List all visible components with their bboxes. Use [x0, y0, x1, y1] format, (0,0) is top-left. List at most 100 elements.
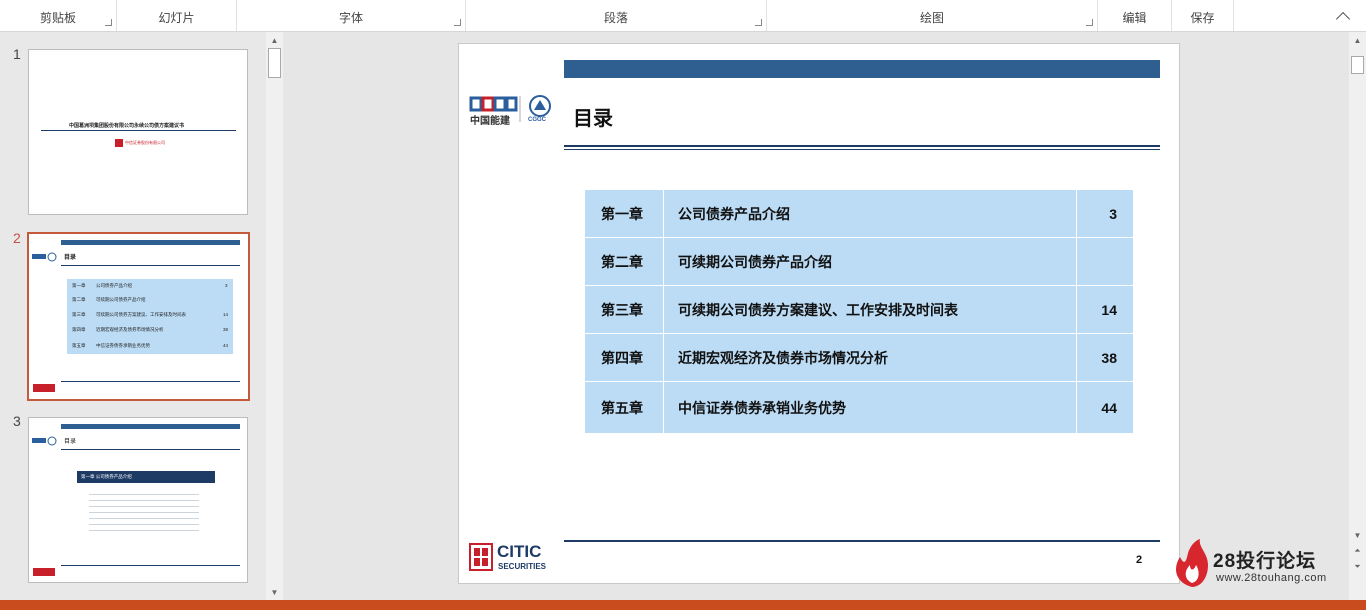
toc-page: [1076, 237, 1134, 286]
toc-chapter: 第二章: [584, 237, 664, 286]
thumb-chapter-header-text: 第一章 公司债券产品介绍: [81, 474, 132, 479]
toc-page: 38: [1076, 333, 1134, 382]
ribbon: 剪贴板 幻灯片 字体 段落 绘图 编辑 保存: [0, 0, 1366, 32]
collapse-ribbon-icon[interactable]: [1335, 11, 1351, 27]
thumb-toc-page: 14: [223, 312, 229, 317]
ribbon-group-clipboard[interactable]: 剪贴板: [0, 0, 117, 31]
citic-sub: SECURITIES: [498, 562, 547, 571]
ribbon-group-label: 段落: [603, 11, 628, 25]
title-rule-thin: [564, 149, 1160, 150]
table-row[interactable]: 第一章 公司债券产品介绍 3: [584, 189, 1134, 238]
thumb-toc-title: 中信证券债券承销业务优势: [96, 343, 150, 348]
cegc-logo-icon: [32, 249, 58, 262]
thumb-toc-page: 44: [223, 343, 229, 348]
slide-thumbnail-2[interactable]: 目录 第一章 公司债券产品介绍 3 第二章 可续期公司债券产品介绍 第三章 可续…: [27, 232, 250, 401]
citic-logo-icon: [33, 568, 55, 576]
citic-brand: CITIC: [497, 542, 542, 561]
current-slide[interactable]: 中国能建 CGGC 目录 第一章 公司债券产品介绍 3 第二章 可续期公司债券产…: [458, 43, 1180, 584]
thumb-sub: 中信证券股份有限公司: [125, 140, 165, 145]
cegc-logo-icon: [32, 433, 58, 446]
thumb-title: 目录: [64, 255, 77, 261]
page-number: 2: [1136, 554, 1143, 566]
table-row[interactable]: 第四章 近期宏观经济及债券市场情况分析 38: [584, 333, 1134, 382]
toc-chapter: 第四章: [584, 333, 664, 382]
ribbon-group-label: 剪贴板: [39, 11, 76, 25]
watermark-url: www.28touhang.com: [1216, 572, 1327, 584]
toc-title: 公司债券产品介绍: [663, 189, 1077, 238]
ribbon-group-label: 幻灯片: [158, 11, 195, 25]
dialog-launcher-icon[interactable]: [755, 19, 762, 26]
scroll-down-icon[interactable]: ▼: [266, 584, 283, 600]
citic-logo-icon: [33, 384, 55, 392]
dialog-launcher-icon[interactable]: [1086, 19, 1093, 26]
thumb-footer-rule: [61, 565, 240, 566]
thumb-footer-rule: [61, 381, 240, 382]
toc-table[interactable]: 第一章 公司债券产品介绍 3 第二章 可续期公司债券产品介绍 第三章 可续期公司…: [584, 189, 1134, 434]
scroll-up-icon[interactable]: ▲: [266, 32, 283, 48]
toc-page: 14: [1076, 285, 1134, 334]
scroll-up-icon[interactable]: ▲: [1349, 32, 1366, 48]
ribbon-group-save[interactable]: 保存: [1172, 0, 1234, 31]
watermark-text: 28投行论坛: [1213, 551, 1317, 572]
ribbon-group-label: 保存: [1190, 11, 1215, 25]
thumbnail-number: 1: [13, 46, 21, 62]
thumb-accent-bar: [61, 240, 240, 245]
thumb-toc-title: 可续期公司债券方案建议、工作安排及时间表: [96, 312, 186, 317]
slide-title[interactable]: 目录: [573, 102, 613, 131]
slide-thumbnail-1[interactable]: 中国葛洲坝集团股份有限公司永续公司债方案建议书 中信证券股份有限公司: [28, 49, 248, 215]
thumbnail-number: 3: [13, 413, 21, 429]
thumb-accent-bar: [61, 424, 240, 429]
table-row[interactable]: 第二章 可续期公司债券产品介绍: [584, 237, 1134, 286]
ribbon-group-font[interactable]: 字体: [237, 0, 466, 31]
toc-chapter: 第三章: [584, 285, 664, 334]
dialog-launcher-icon[interactable]: [105, 19, 112, 26]
thumb-toc-ch: 第一章: [72, 283, 86, 288]
citic-logo: CITIC SECURITIES: [469, 542, 559, 574]
cggc-logo-text: CGGC: [528, 117, 546, 123]
thumb-toc-ch: 第四章: [72, 327, 86, 332]
thumb-rule: [61, 265, 240, 266]
toc-page: 44: [1076, 381, 1134, 434]
title-rule: [564, 145, 1160, 147]
toc-title: 近期宏观经济及债券市场情况分析: [663, 333, 1077, 382]
cegc-logo-text: 中国能建: [470, 116, 510, 127]
ribbon-group-label: 绘图: [919, 11, 944, 25]
citic-logo-icon: [115, 139, 123, 147]
ribbon-group-label: 字体: [338, 11, 363, 25]
thumb-bullet-list: [89, 489, 199, 533]
ribbon-group-paragraph[interactable]: 段落: [466, 0, 767, 31]
ribbon-group-editing[interactable]: 编辑: [1098, 0, 1172, 31]
thumb-toc-page: 3: [225, 283, 228, 288]
footer-rule: [564, 540, 1160, 542]
thumb-rule: [41, 130, 236, 131]
slide-thumbnail-pane: 1 中国葛洲坝集团股份有限公司永续公司债方案建议书 中信证券股份有限公司 2 目…: [0, 32, 283, 600]
toc-title: 中信证券债券承销业务优势: [663, 381, 1077, 434]
ribbon-group-slides[interactable]: 幻灯片: [117, 0, 237, 31]
thumb-toc-page: 38: [223, 327, 229, 332]
thumb-title: 中国葛洲坝集团股份有限公司永续公司债方案建议书: [69, 123, 185, 129]
ribbon-group-label: 编辑: [1122, 11, 1147, 25]
thumb-rule: [61, 449, 240, 450]
slide-accent-bar: [564, 60, 1160, 78]
thumb-toc-title: 公司债券产品介绍: [96, 283, 132, 288]
thumb-toc-ch: 第三章: [72, 312, 86, 317]
thumb-title: 目录: [64, 439, 77, 445]
ribbon-group-drawing[interactable]: 绘图: [767, 0, 1098, 31]
toc-title: 可续期公司债券方案建议、工作安排及时间表: [663, 285, 1077, 334]
status-bar: [0, 600, 1366, 610]
slide-thumbnail-3[interactable]: 目录 第一章 公司债券产品介绍: [28, 417, 248, 583]
toc-chapter: 第一章: [584, 189, 664, 238]
thumb-toc-ch: 第二章: [72, 297, 86, 302]
thumb-toc-title: 可续期公司债券产品介绍: [96, 297, 146, 302]
thumbnail-number: 2: [13, 230, 21, 246]
table-row[interactable]: 第五章 中信证券债券承销业务优势 44: [584, 381, 1134, 434]
scroll-thumb[interactable]: [268, 48, 281, 78]
toc-page: 3: [1076, 189, 1134, 238]
dialog-launcher-icon[interactable]: [454, 19, 461, 26]
editing-scrollbar[interactable]: ▲ ▼ ⏶ ⏷: [1349, 32, 1366, 600]
thumb-toc-title: 近期宏观经济及债券市场情况分析: [96, 327, 164, 332]
table-row[interactable]: 第三章 可续期公司债券方案建议、工作安排及时间表 14: [584, 285, 1134, 334]
thumbnail-scrollbar[interactable]: ▲ ▼: [266, 32, 283, 600]
toc-title: 可续期公司债券产品介绍: [663, 237, 1077, 286]
scroll-thumb[interactable]: [1351, 56, 1364, 74]
